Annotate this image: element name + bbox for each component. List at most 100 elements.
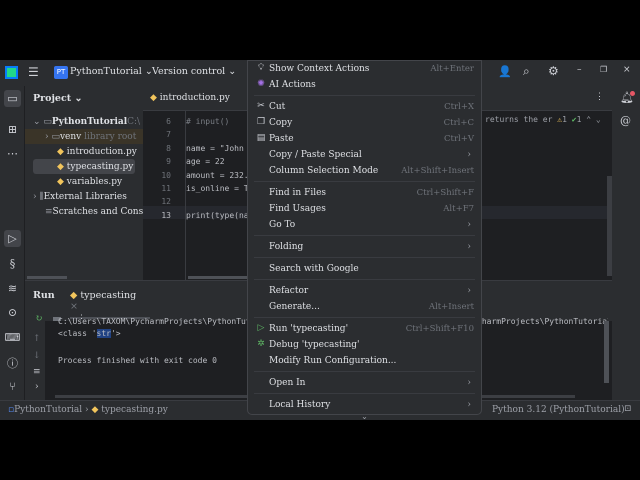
tree-item-introduction[interactable]: ◆ introduction.py — [25, 144, 143, 159]
run-tool-icon[interactable]: ▷ — [4, 230, 21, 247]
menu-item-label: Cut — [269, 102, 286, 112]
services-icon[interactable]: ⊙ — [4, 304, 21, 321]
tree-item-typecasting[interactable]: ◆ typecasting.py — [33, 159, 135, 174]
scroll-down-icon[interactable]: ⌄ — [248, 413, 481, 421]
ok-count: 1 — [576, 115, 582, 124]
menu-item-ai-actions[interactable]: ✺ AI Actions — [248, 77, 481, 93]
python-console-icon[interactable]: § — [4, 255, 21, 272]
vcs-label: Version control — [152, 66, 226, 77]
menu-item-find-usages[interactable]: Find Usages Alt+F7 — [248, 201, 481, 217]
tree-item-variables[interactable]: ◆ variables.py — [25, 174, 143, 189]
tree-item-venv[interactable]: › ▭ venv library root — [25, 129, 143, 144]
menu-item-label: Refactor — [269, 286, 309, 296]
gutter-divider — [185, 111, 186, 280]
console-line: <class 'str'> — [58, 329, 121, 338]
version-control-menu[interactable]: Version control ⌄ — [152, 66, 236, 77]
console-text: '> — [110, 329, 121, 338]
line-number: 7 — [166, 130, 171, 140]
menu-item-shortcut: Alt+Insert — [428, 302, 474, 312]
tab-introduction[interactable]: ◆ introduction.py — [150, 93, 230, 103]
tree-label: venv — [59, 131, 82, 142]
scissors-icon: ✂ — [257, 101, 265, 111]
horizontal-scrollbar[interactable] — [27, 276, 67, 279]
add-user-icon[interactable]: 👤 — [498, 65, 512, 78]
tree-item-external-libraries[interactable]: › ⫼ External Libraries — [25, 189, 143, 204]
menu-item-folding[interactable]: Folding › — [248, 239, 481, 255]
menu-item-generate[interactable]: Generate... Alt+Insert — [248, 299, 481, 315]
layers-icon[interactable]: ≋ — [4, 280, 21, 297]
right-tool-strip: 🔔︎ @ — [612, 86, 640, 400]
tree-item-project-root[interactable]: ⌄ ▭ PythonTutorial C:\ — [25, 114, 143, 129]
debug-icon: ✲ — [257, 339, 265, 349]
project-panel-title[interactable]: Project ⌄ — [33, 93, 82, 104]
menu-item-find-in-files[interactable]: Find in Files Ctrl+Shift+F — [248, 185, 481, 201]
menu-item-search-with-google[interactable]: Search with Google — [248, 261, 481, 277]
tree-label: PythonTutorial — [51, 116, 128, 127]
git-icon[interactable]: ⑂ — [4, 378, 21, 395]
ai-actions-icon: ✺ — [257, 79, 265, 89]
python-file-icon: ◆ — [57, 146, 64, 157]
menu-item-label: Search with Google — [269, 264, 359, 274]
expand-icon[interactable]: › — [35, 382, 39, 392]
context-menu: 💡︎ Show Context Actions Alt+Enter ✺ AI Actio… — [247, 60, 482, 421]
minimize-icon[interactable]: – — [577, 65, 582, 75]
code-line: # input() — [186, 117, 230, 126]
menu-item-refactor[interactable]: Refactor › — [248, 283, 481, 299]
menu-item-copy[interactable]: ❐ Copy Ctrl+C — [248, 115, 481, 131]
menu-separator — [254, 257, 475, 258]
more-options-icon[interactable]: ⋮ — [595, 92, 604, 102]
menu-item-run-typecasting[interactable]: ▷ Run 'typecasting' Ctrl+Shift+F10 — [248, 321, 481, 337]
menu-item-copy-paste-special[interactable]: Copy / Paste Special › — [248, 147, 481, 163]
menu-item-label: Find Usages — [269, 204, 326, 214]
selected-text: str — [96, 329, 111, 338]
up-arrow-icon[interactable]: ↑ — [33, 334, 41, 344]
menu-item-cut[interactable]: ✂ Cut Ctrl+X — [248, 99, 481, 115]
menu-item-label: Show Context Actions — [269, 64, 370, 74]
line-number: 8 — [166, 143, 171, 153]
main-menu-icon[interactable]: ☰ — [28, 65, 39, 79]
menu-separator — [254, 181, 475, 182]
crumb-label: PythonTutorial — [14, 405, 83, 415]
menu-item-column-selection-mode[interactable]: Column Selection Mode Alt+Shift+Insert — [248, 163, 481, 179]
menu-separator — [254, 235, 475, 236]
gear-icon[interactable]: ⚙ — [548, 64, 559, 78]
menu-item-go-to[interactable]: Go To › — [248, 217, 481, 233]
menu-item-modify-run-configuration[interactable]: Modify Run Configuration... — [248, 353, 481, 369]
tree-item-scratches[interactable]: ≡ Scratches and Consoles — [25, 204, 161, 219]
menu-item-paste[interactable]: ▤ Paste Ctrl+V — [248, 131, 481, 147]
breadcrumb-file[interactable]: ◆ typecasting.py — [91, 405, 167, 415]
line-number: 10 — [161, 170, 171, 180]
menu-item-shortcut: Alt+Shift+Insert — [401, 166, 474, 176]
soft-wrap-icon[interactable]: ≡ — [33, 367, 41, 377]
close-icon[interactable]: × — [623, 65, 631, 75]
down-arrow-icon[interactable]: ↓ — [33, 351, 41, 361]
project-switcher[interactable]: PythonTutorial ⌄ — [70, 66, 153, 77]
chevron-right-icon: › — [467, 378, 471, 388]
maximize-icon[interactable]: ❐ — [600, 65, 607, 74]
more-icon[interactable]: ⋯ — [4, 145, 21, 162]
lock-icon[interactable]: ⊡ — [624, 404, 632, 414]
menu-item-local-history[interactable]: Local History › — [248, 397, 481, 413]
project-tool-icon[interactable]: ▭ — [4, 90, 21, 107]
menu-item-shortcut: Ctrl+C — [443, 118, 474, 128]
breadcrumb-project[interactable]: ▫PythonTutorial — [8, 405, 82, 415]
ai-assistant-icon[interactable]: @ — [620, 114, 631, 127]
menu-item-shortcut: Ctrl+V — [444, 134, 474, 144]
menu-item-open-in[interactable]: Open In › — [248, 375, 481, 391]
project-name: PythonTutorial — [70, 66, 142, 77]
rerun-icon[interactable]: ↻ — [35, 314, 43, 324]
project-panel: Project ⌄ ⌄ ▭ PythonTutorial C:\ › ▭ venv… — [25, 86, 161, 280]
menu-item-label: Folding — [269, 242, 304, 252]
menu-item-debug-typecasting[interactable]: ✲ Debug 'typecasting' — [248, 337, 481, 353]
line-number: 13 — [161, 210, 171, 220]
structure-icon[interactable]: ⊞ — [4, 121, 21, 138]
interpreter-selector[interactable]: Python 3.12 (PythonTutorial) — [492, 405, 625, 415]
search-icon[interactable]: ⌕ — [523, 64, 530, 79]
menu-item-shortcut: Ctrl+Shift+F10 — [405, 324, 474, 334]
close-tab-icon[interactable]: × — [70, 301, 78, 312]
menu-item-show-context-actions[interactable]: 💡︎ Show Context Actions Alt+Enter — [248, 61, 481, 77]
menu-item-label: Open In — [269, 378, 306, 388]
problems-icon[interactable]: ⓘ — [4, 354, 21, 371]
terminal-icon[interactable]: ⌨ — [4, 329, 21, 346]
console-scrollbar[interactable] — [604, 321, 609, 383]
